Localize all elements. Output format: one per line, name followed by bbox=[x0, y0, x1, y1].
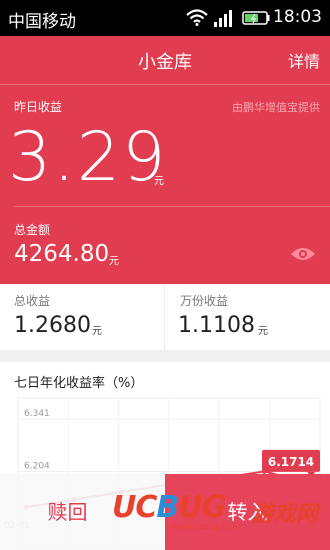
battery-icon bbox=[242, 11, 270, 25]
income-stats: 总收益 1.2680 元 万份收益 1.1108 元 bbox=[0, 284, 330, 350]
watermark-site: 游戏网 bbox=[252, 502, 319, 527]
watermark-url: www.ucbug.com bbox=[172, 522, 238, 531]
per-10k-income-label: 万份收益 bbox=[180, 294, 229, 308]
y-tick-label: 6.204 bbox=[24, 461, 50, 471]
section-gap bbox=[0, 350, 330, 362]
total-income-label: 总收益 bbox=[14, 294, 51, 308]
per-10k-income-unit: 元 bbox=[258, 326, 268, 337]
total-amount-unit: 元 bbox=[109, 256, 119, 267]
per-10k-income-value: 1.1108 bbox=[178, 313, 255, 338]
wifi-icon bbox=[186, 9, 208, 26]
divider bbox=[14, 206, 330, 207]
total-income-unit: 元 bbox=[92, 326, 102, 337]
divider bbox=[0, 84, 330, 85]
details-link[interactable]: 详情 bbox=[288, 48, 320, 72]
highlight-label: 6.1714 bbox=[268, 455, 314, 469]
total-amount-value: 4264.80 bbox=[14, 241, 110, 267]
y-tick-label: 6.341 bbox=[24, 409, 50, 419]
status-time: 18:03 bbox=[273, 7, 322, 27]
signal-icon bbox=[214, 10, 232, 27]
provider-label: 由鹏华增值宝提供 bbox=[232, 101, 320, 114]
total-amount-label: 总金额 bbox=[14, 223, 51, 237]
carrier-name: 中国移动 bbox=[8, 12, 76, 32]
balance-header: 小金库 详情 昨日收益 由鹏华增值宝提供 3.29 元 总金额 4264.80 … bbox=[0, 36, 330, 284]
yesterday-income-value: 3.29 bbox=[8, 118, 168, 197]
status-bar: 中国移动 18:03 bbox=[0, 0, 330, 36]
eye-icon[interactable] bbox=[290, 246, 316, 262]
page-title: 小金库 bbox=[138, 52, 192, 73]
total-income-value: 1.2680 bbox=[14, 313, 91, 338]
divider bbox=[164, 284, 165, 350]
yesterday-income-unit: 元 bbox=[154, 176, 164, 187]
watermark: UCBUG 游戏网 www.ucbug.com bbox=[112, 490, 322, 534]
yesterday-income-label: 昨日收益 bbox=[14, 100, 63, 114]
watermark-logo: UCBUG bbox=[112, 490, 226, 525]
